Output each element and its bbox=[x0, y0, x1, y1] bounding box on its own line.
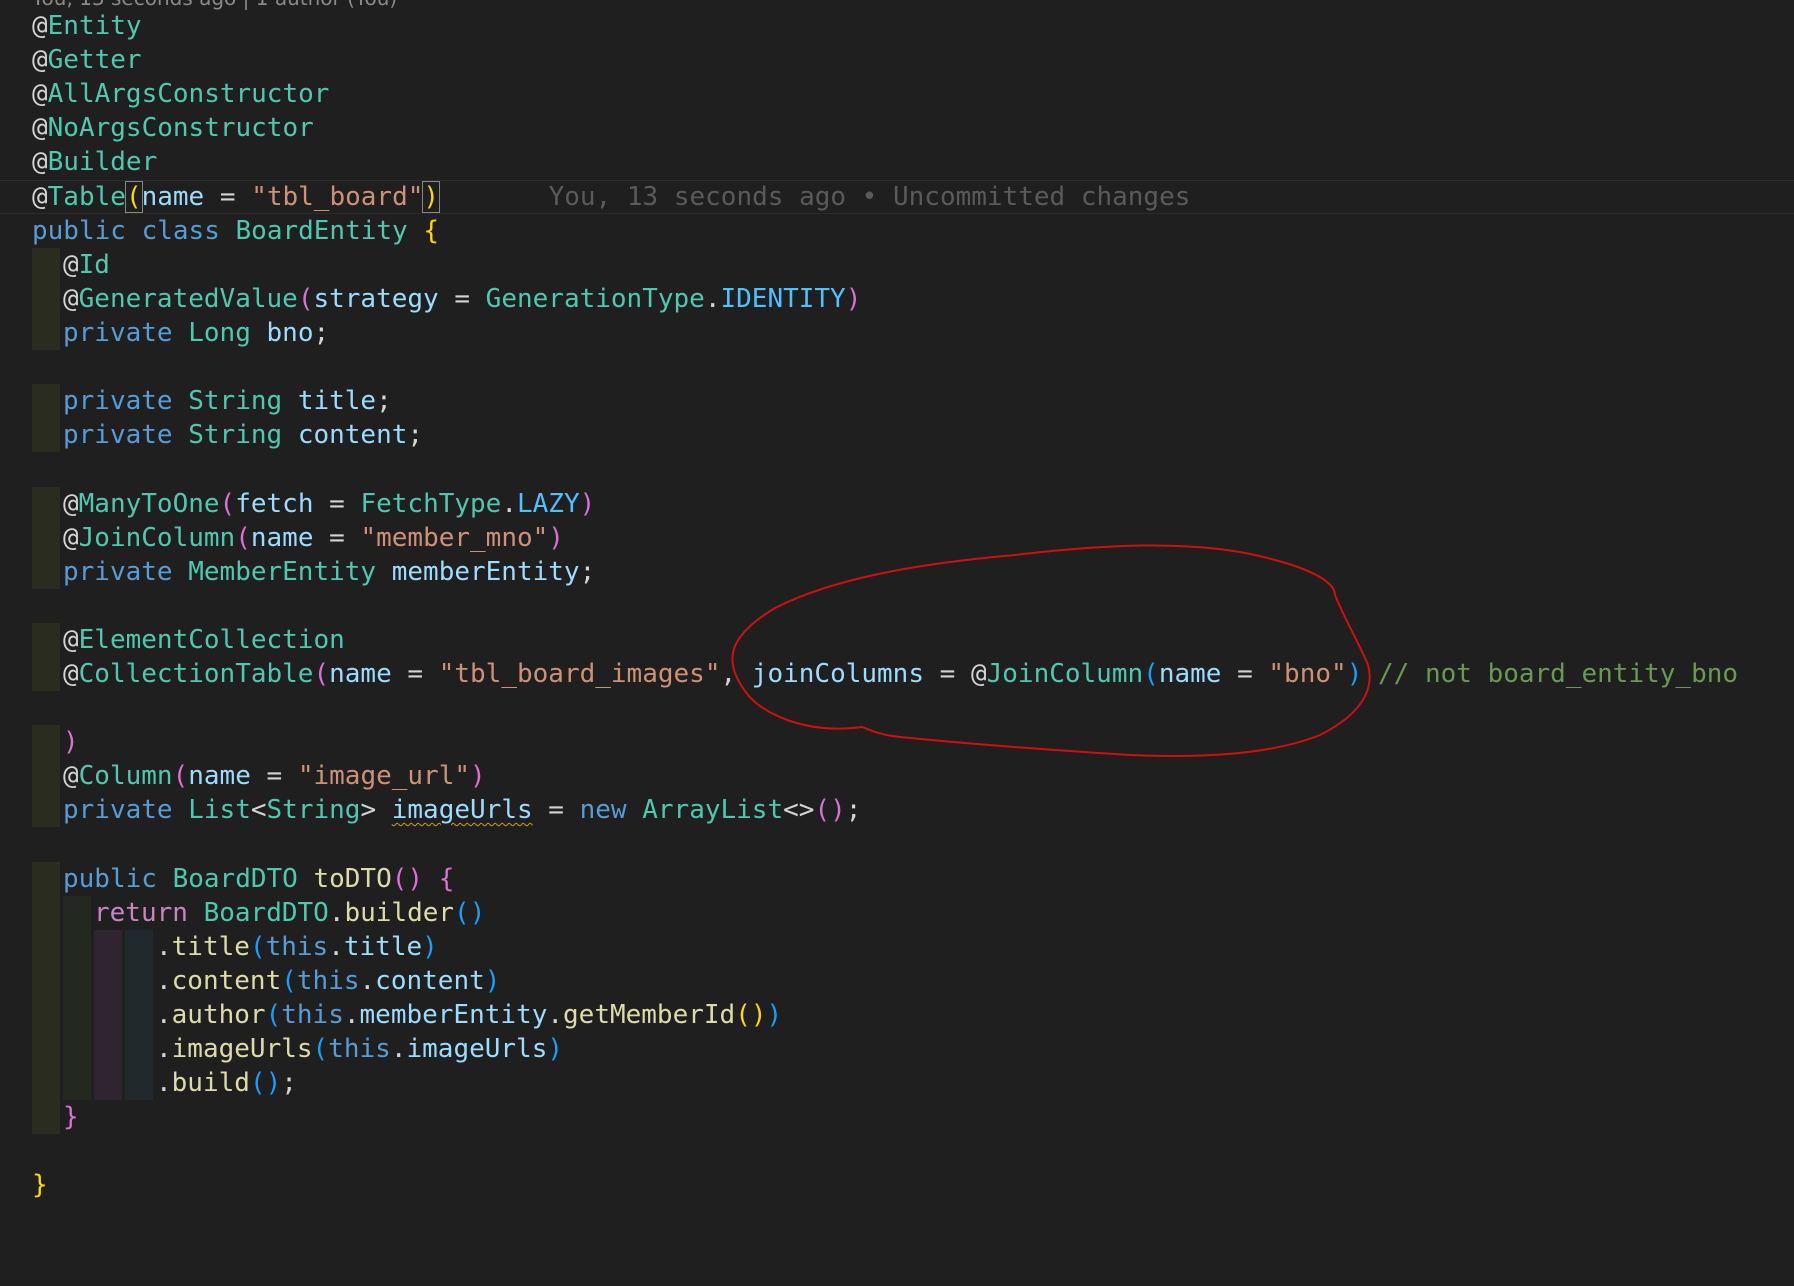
code-editor[interactable]: You, 13 seconds ago | 1 author (You) @En… bbox=[0, 0, 1794, 1286]
red-circle-annotation bbox=[731, 544, 1371, 757]
